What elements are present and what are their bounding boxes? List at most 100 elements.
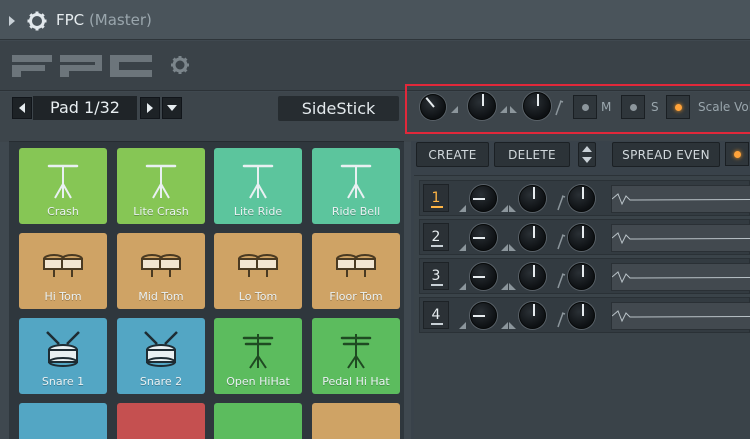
collapse-arrow-icon[interactable] <box>9 16 15 26</box>
fpc-plugin-window: FPC (Master) Pad 1/32 SideStick M S Scal… <box>0 0 750 439</box>
layer-waveform[interactable] <box>611 302 750 330</box>
envelope-indicator-icon <box>509 283 516 290</box>
layer-volume-knob[interactable] <box>470 185 497 212</box>
drum-pad[interactable]: Snare 2 <box>117 318 205 394</box>
layer-waveform[interactable] <box>611 185 750 213</box>
envelope-indicator-icon <box>509 322 516 329</box>
knob-indicator <box>472 275 485 278</box>
drum-pad[interactable] <box>312 403 400 439</box>
hihat-icon <box>242 334 274 369</box>
spread-toggle-button[interactable] <box>725 142 749 166</box>
drum-pad[interactable]: Open HiHat <box>214 318 302 394</box>
mute-button[interactable] <box>573 95 597 119</box>
gear-icon[interactable] <box>27 11 47 31</box>
next-pad-button[interactable] <box>140 97 160 119</box>
envelope-indicator-icon <box>501 205 508 212</box>
drum-pad[interactable]: Floor Tom <box>312 233 400 309</box>
drum-pad[interactable] <box>117 403 205 439</box>
cymbal-icon <box>340 164 372 199</box>
envelope-indicator-icon <box>459 205 466 212</box>
settings-gear-icon[interactable] <box>170 55 190 75</box>
layer-waveform[interactable] <box>611 263 750 291</box>
layer-order-stepper[interactable] <box>578 142 596 167</box>
drum-pad[interactable] <box>214 403 302 439</box>
cymbal-icon <box>242 164 274 199</box>
tom-drums-icon <box>141 254 181 277</box>
layer-pitch-knob[interactable] <box>568 224 595 251</box>
layer-number[interactable]: 2 <box>423 223 449 251</box>
drum-pad[interactable]: Ride Bell <box>312 148 400 224</box>
arrow-right-icon <box>147 103 153 113</box>
layer-volume-knob[interactable] <box>470 302 497 329</box>
pan-knob[interactable] <box>468 92 496 120</box>
layer-number[interactable]: 3 <box>423 262 449 290</box>
spread-even-button[interactable]: SPREAD EVEN <box>612 142 720 167</box>
solo-led <box>630 104 637 111</box>
volume-knob[interactable] <box>420 94 446 120</box>
envelope-indicator-icon <box>500 106 507 113</box>
title-bar[interactable]: FPC (Master) <box>0 0 750 40</box>
layer-pan-knob[interactable] <box>519 185 546 212</box>
envelope-indicator-icon <box>459 322 466 329</box>
layer-row[interactable]: 4 <box>419 297 750 333</box>
pitch-knob[interactable] <box>523 92 551 120</box>
drum-pad[interactable]: Snare 1 <box>19 318 107 394</box>
knob-indicator <box>472 236 485 239</box>
up-down-arrows-icon <box>582 146 592 163</box>
pad-label: Crash <box>47 205 79 218</box>
pad-label: Hi Tom <box>44 290 82 303</box>
drum-pad[interactable]: Lite Crash <box>117 148 205 224</box>
waveform-graphic <box>611 193 750 206</box>
layer-number[interactable]: 1 <box>423 184 449 212</box>
prev-pad-button[interactable] <box>12 97 32 119</box>
layer-waveform[interactable] <box>611 224 750 252</box>
drum-pad[interactable]: Mid Tom <box>117 233 205 309</box>
pad-label: Snare 2 <box>139 375 183 388</box>
layer-pan-knob[interactable] <box>519 224 546 251</box>
drum-pad[interactable]: Crash <box>19 148 107 224</box>
pad-menu-button[interactable] <box>162 97 182 119</box>
pad-label: Floor Tom <box>329 290 383 303</box>
layer-pitch-knob[interactable] <box>568 263 595 290</box>
drum-pad[interactable]: Lite Ride <box>214 148 302 224</box>
envelope-indicator-icon <box>501 244 508 251</box>
tom-drums-icon <box>238 254 278 277</box>
knob-indicator <box>472 314 485 317</box>
tuning-fork-icon <box>555 100 564 116</box>
envelope-indicator-icon <box>459 283 466 290</box>
envelope-indicator-icon <box>509 205 516 212</box>
knob-indicator <box>532 186 535 199</box>
scale-vol-led <box>675 104 682 111</box>
chevron-down-icon <box>167 105 177 111</box>
scale-vol-button[interactable] <box>666 95 690 119</box>
layer-row[interactable]: 2 <box>419 219 750 255</box>
drum-pad[interactable] <box>19 403 107 439</box>
layer-volume-knob[interactable] <box>470 224 497 251</box>
spread-led <box>734 151 741 158</box>
layer-number[interactable]: 4 <box>423 301 449 329</box>
layer-pan-knob[interactable] <box>519 263 546 290</box>
layer-pan-knob[interactable] <box>519 302 546 329</box>
drum-pad[interactable]: Hi Tom <box>19 233 107 309</box>
mute-led <box>582 104 589 111</box>
solo-button[interactable] <box>621 95 645 119</box>
pad-label: Open HiHat <box>226 375 290 388</box>
layer-pitch-knob[interactable] <box>568 185 595 212</box>
layer-row[interactable]: 1 <box>419 180 750 216</box>
knob-indicator <box>532 225 535 238</box>
cymbal-icon <box>47 164 79 199</box>
drum-pad[interactable]: Pedal Hi Hat <box>312 318 400 394</box>
snare-drum-icon <box>144 331 178 367</box>
pad-number-display[interactable]: Pad 1/32 <box>33 96 137 120</box>
snare-drum-icon <box>46 331 80 367</box>
delete-layer-button[interactable]: DELETE <box>494 142 570 167</box>
layer-pitch-knob[interactable] <box>568 302 595 329</box>
knob-indicator <box>425 97 435 108</box>
pad-sound-name[interactable]: SideStick <box>278 96 399 121</box>
layer-volume-knob[interactable] <box>470 263 497 290</box>
create-layer-button[interactable]: CREATE <box>416 142 489 167</box>
envelope-indicator-icon <box>501 322 508 329</box>
layer-row[interactable]: 3 <box>419 258 750 294</box>
tom-drums-icon <box>336 254 376 277</box>
drum-pad[interactable]: Lo Tom <box>214 233 302 309</box>
